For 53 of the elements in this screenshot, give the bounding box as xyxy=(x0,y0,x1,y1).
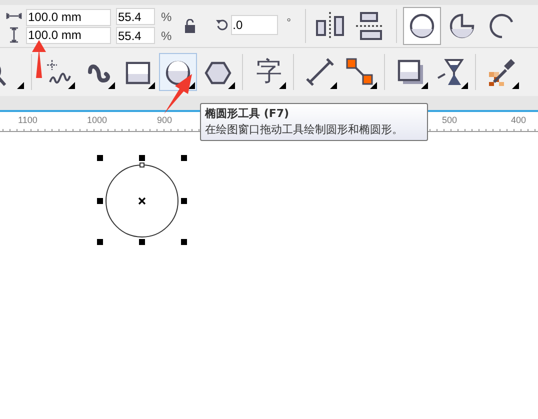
pie-icon xyxy=(448,12,476,40)
ruler-label: 400 xyxy=(511,114,526,127)
lock-icon xyxy=(184,19,196,33)
ruler-label: 500 xyxy=(442,114,458,127)
selection-handle[interactable] xyxy=(97,155,103,161)
scale-field[interactable]: 55.4 xyxy=(116,8,155,25)
rotate-icon xyxy=(216,18,228,30)
flyout-corner-icon xyxy=(188,82,195,89)
ellipse-shape-button[interactable] xyxy=(403,7,442,45)
flyout-corner-icon xyxy=(512,82,519,89)
ellipse-icon xyxy=(408,12,436,40)
eyedropper-icon xyxy=(488,58,516,86)
percent-unit: % xyxy=(161,8,172,26)
flyout-corner-icon xyxy=(17,82,24,89)
flyout-corner-icon xyxy=(461,82,468,89)
scale-field[interactable]: 55.4 xyxy=(116,27,155,44)
flyout-corner-icon xyxy=(421,82,428,89)
transparency-icon xyxy=(437,58,465,86)
selection-handle[interactable] xyxy=(181,239,187,245)
rotation-field[interactable]: .0 xyxy=(230,14,278,34)
flyout-corner-icon xyxy=(370,82,377,89)
selection-handle[interactable] xyxy=(181,198,187,204)
connector-icon xyxy=(346,58,374,86)
ruler-label: 1100 xyxy=(18,114,38,127)
node-handle[interactable] xyxy=(140,162,144,168)
width-field[interactable]: 100.0 mm xyxy=(26,8,111,26)
flyout-corner-icon xyxy=(228,82,235,89)
percent-unit: % xyxy=(161,28,172,44)
freehand-icon xyxy=(44,58,72,86)
selection-handle[interactable] xyxy=(97,198,103,204)
drop-shadow-icon xyxy=(397,58,425,86)
degree-unit: ° xyxy=(286,16,292,30)
tooltip-title: 椭圆形工具 (F7) xyxy=(205,106,290,122)
text-tool-button[interactable]: 字 xyxy=(250,53,288,91)
flyout-corner-icon xyxy=(148,82,155,89)
selection-handle[interactable] xyxy=(181,155,187,161)
tooltip-description: 在绘图窗口拖动工具绘制圆形和椭圆形。 xyxy=(205,122,404,138)
ruler-label: 900 xyxy=(157,114,172,127)
annotation-arrow xyxy=(32,40,46,78)
center-mark-icon xyxy=(138,197,146,205)
ruler-label: 1000 xyxy=(87,114,108,127)
flyout-corner-icon xyxy=(279,82,286,89)
annotation-arrow xyxy=(164,74,192,114)
selection-handle[interactable] xyxy=(139,239,145,245)
height-field[interactable]: 100.0 mm xyxy=(26,26,111,44)
flyout-corner-icon xyxy=(68,82,75,89)
selection-handle[interactable] xyxy=(97,239,103,245)
dimension-icon xyxy=(306,58,334,86)
flyout-corner-icon xyxy=(108,82,115,89)
mirror-horizontal-icon xyxy=(315,11,346,41)
selection-handle[interactable] xyxy=(139,155,145,161)
ellipse-tool-button[interactable] xyxy=(159,53,197,91)
flyout-corner-icon xyxy=(330,82,337,89)
